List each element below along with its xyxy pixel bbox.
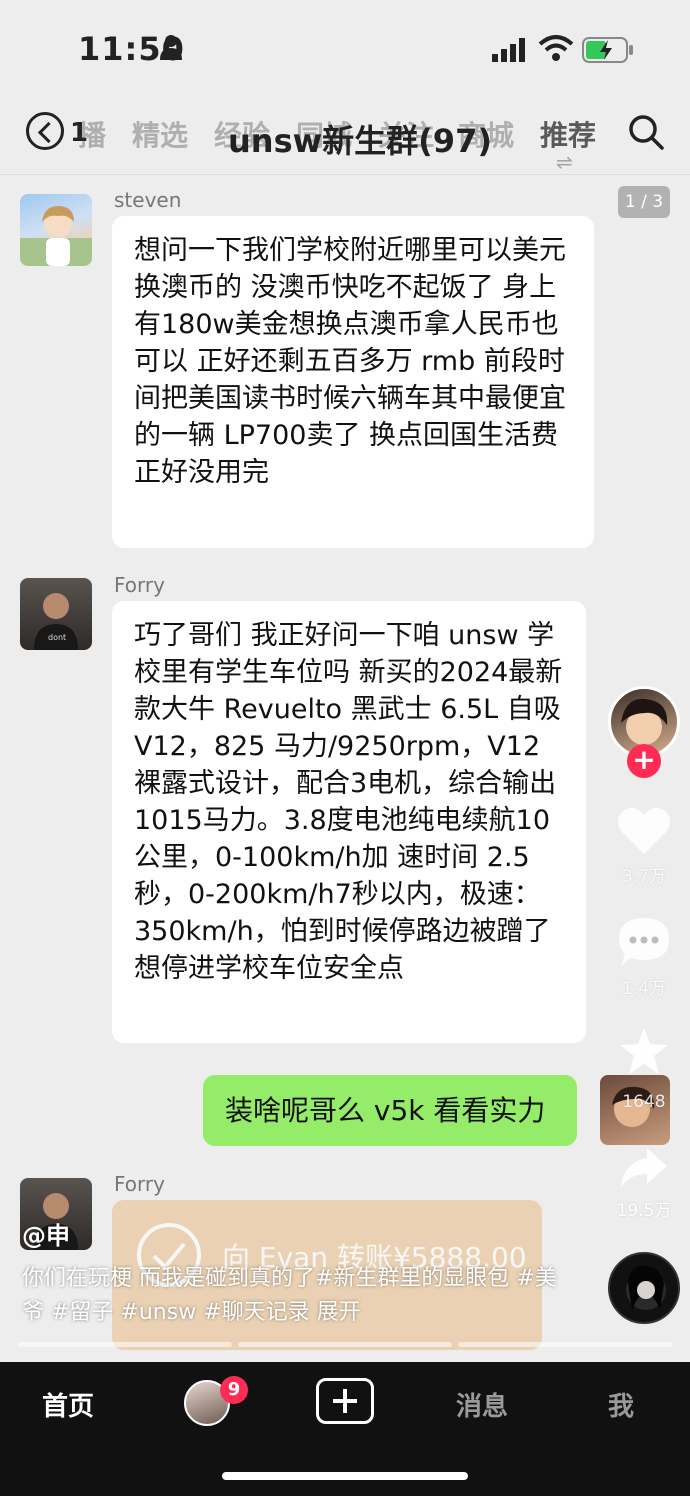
tab-switch-icon: ⇌ <box>556 150 573 174</box>
tab-featured[interactable]: 精选 <box>132 114 188 154</box>
video-caption[interactable]: 你们在玩梗 而我是碰到真的了#新生群里的显眼包 #美爷 #留子 #unsw #聊… <box>22 1262 562 1330</box>
comment-action[interactable]: 1.4万 <box>600 916 688 999</box>
heart-icon <box>617 807 671 854</box>
author-handle[interactable]: @申 <box>22 1216 70 1251</box>
create-button[interactable] <box>316 1378 374 1424</box>
header-divider <box>0 174 690 175</box>
chat-header: 1 播 精选 经验 同城 关注 商城 推荐 unsw新生群(97) ⇌ <box>0 100 690 176</box>
svg-text:dont: dont <box>48 633 66 642</box>
progress-segment <box>458 1342 672 1347</box>
battery-charging-icon <box>582 37 633 63</box>
status-bar: 11:50 <box>0 0 690 100</box>
progress-segment <box>18 1342 232 1347</box>
friends-badge: 9 <box>220 1376 248 1404</box>
back-button[interactable] <box>26 112 64 150</box>
music-cover-icon <box>626 1265 666 1310</box>
person-photo-icon: dont <box>34 593 78 650</box>
follow-button[interactable]: + <box>627 744 661 778</box>
share-count: 19.5万 <box>616 1201 672 1221</box>
avatar-forry[interactable]: dont <box>20 578 92 650</box>
plus-icon <box>333 1389 357 1413</box>
chat-title: unsw新生群(97) <box>228 122 492 160</box>
comment-icon <box>619 918 669 966</box>
favorite-action[interactable]: 1648 <box>600 1026 688 1112</box>
person-icon <box>160 35 182 60</box>
creator-avatar-group: + <box>600 686 688 778</box>
nav-me[interactable]: 我 <box>608 1386 634 1423</box>
like-action[interactable]: 3.7万 <box>600 806 688 887</box>
nav-messages[interactable]: 消息 <box>456 1386 508 1423</box>
image-page-indicator: 1 / 3 <box>618 186 670 218</box>
tab-recommend[interactable]: 推荐 <box>540 114 596 154</box>
sender-name: Forry <box>114 573 165 597</box>
star-icon <box>620 1028 668 1074</box>
search-icon[interactable] <box>626 112 666 152</box>
own-message-bubble[interactable]: 装啥呢哥么 v5k 看看实力 <box>203 1075 577 1146</box>
signal-icon <box>492 38 525 62</box>
home-indicator <box>222 1472 468 1480</box>
tab-live[interactable]: 播 <box>78 114 106 154</box>
message-bubble[interactable]: 想问一下我们学校附近哪里可以美元换澳币的 没澳币快吃不起饭了 身上有180w美金… <box>112 216 594 548</box>
anime-avatar-icon <box>20 206 92 266</box>
message-bubble[interactable]: 巧了哥们 我正好问一下咱 unsw 学校里有学生车位吗 新买的2024最新款大牛… <box>112 601 586 1043</box>
share-action[interactable]: 19.5万 <box>600 1146 688 1221</box>
bottom-nav: 首页 9 消息 我 <box>0 1362 690 1496</box>
music-disc[interactable] <box>608 1252 680 1324</box>
sender-name: Forry <box>114 1172 165 1196</box>
share-arrow-icon <box>621 1148 667 1188</box>
nav-home[interactable]: 首页 <box>42 1386 94 1423</box>
favorite-count: 1648 <box>622 1092 666 1112</box>
sender-name: steven <box>114 188 182 212</box>
comment-count: 1.4万 <box>621 979 667 999</box>
like-count: 3.7万 <box>621 867 667 887</box>
progress-segment <box>238 1342 452 1347</box>
wifi-icon <box>538 35 574 61</box>
avatar-steven[interactable] <box>20 194 92 266</box>
